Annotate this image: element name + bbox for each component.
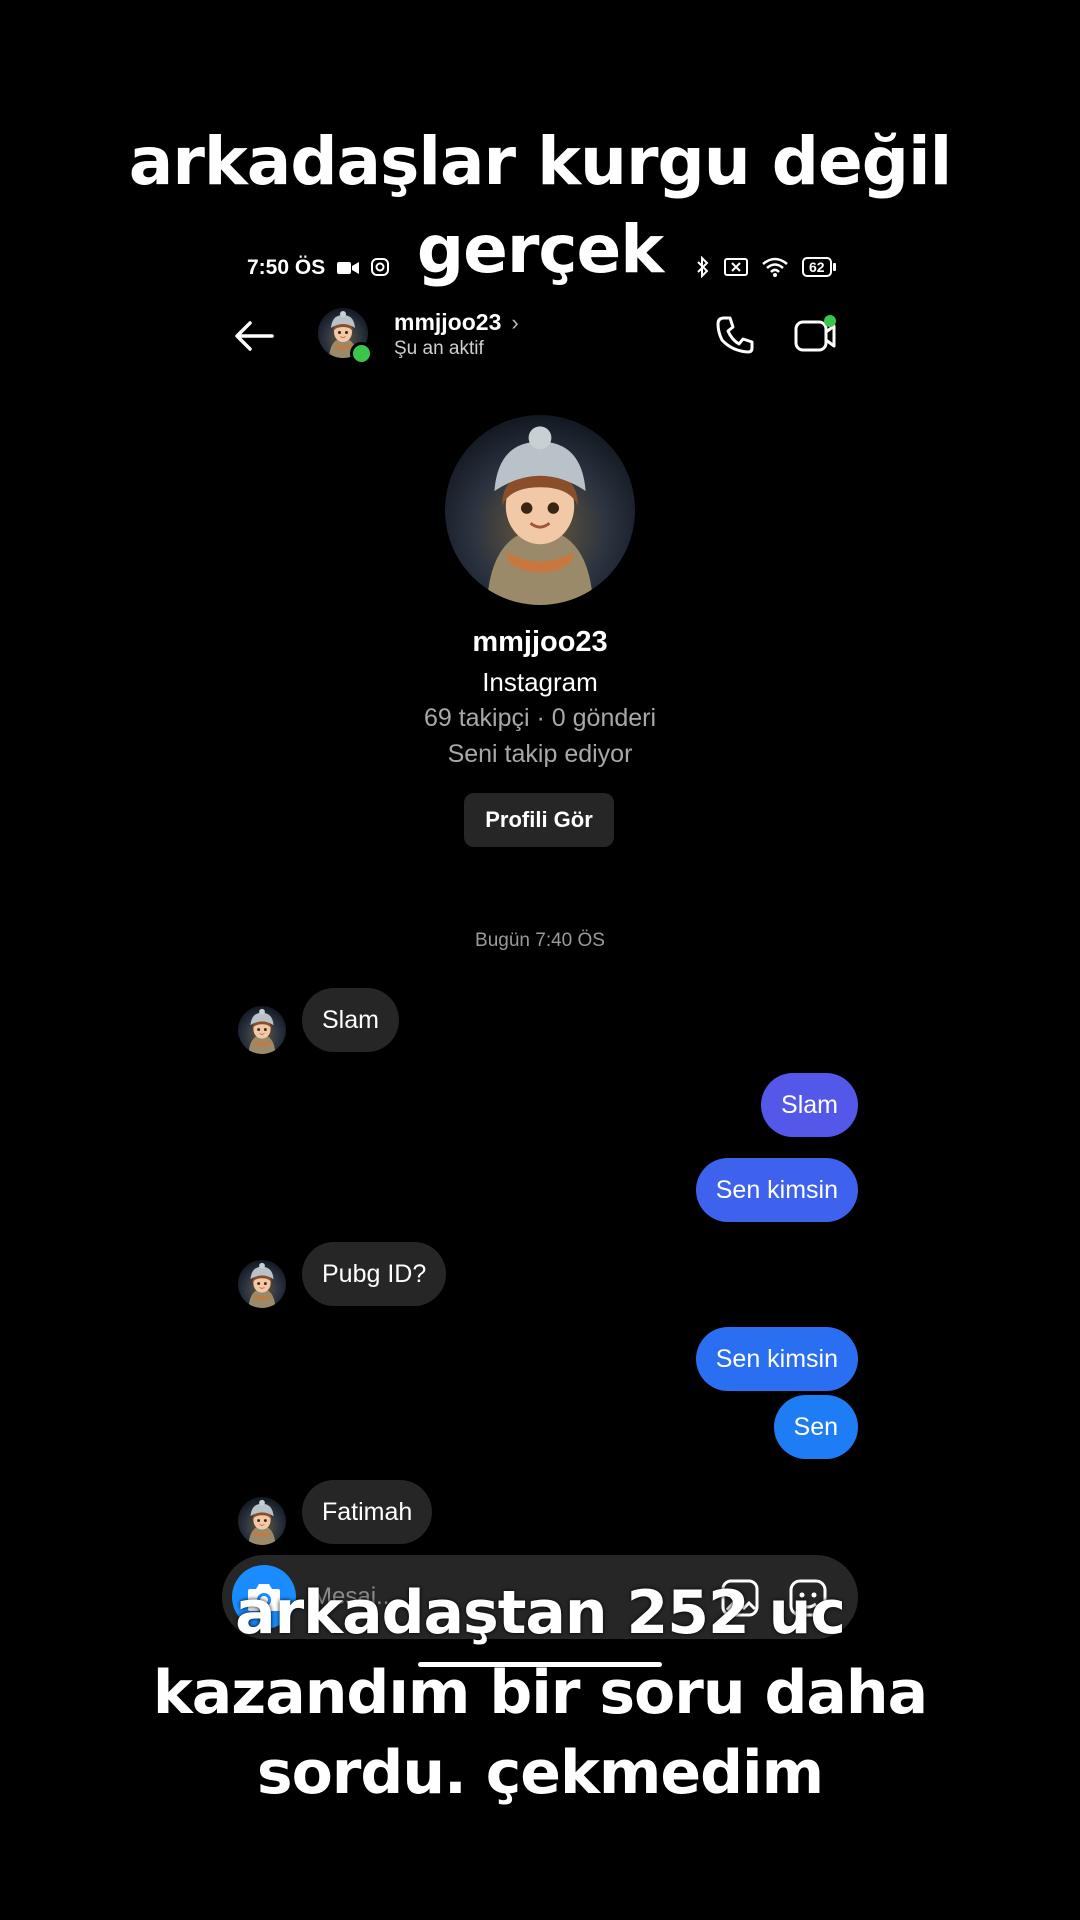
phone-icon[interactable] — [714, 314, 756, 356]
sim-off-icon — [724, 258, 748, 276]
bluetooth-icon — [697, 256, 709, 278]
profile-avatar[interactable] — [445, 415, 635, 605]
profile-follow-status: Seni takip ediyor — [447, 740, 633, 768]
header-active-status: Şu an aktif — [394, 338, 484, 359]
battery-level: 62 — [802, 257, 832, 277]
video-record-icon — [337, 262, 360, 274]
overlay-caption-bottom: arkadaştan 252 uc kazandım bir soru daha… — [0, 1573, 1080, 1813]
message-avatar[interactable] — [238, 1497, 286, 1545]
message-avatar[interactable] — [238, 1006, 286, 1054]
profile-platform: Instagram — [482, 667, 598, 697]
profile-username: mmjjoo23 — [472, 626, 608, 658]
message-outgoing[interactable]: Sen kimsin — [695, 1327, 858, 1391]
overlay-caption-top-line1: arkadaşlar kurgu değil — [128, 123, 952, 200]
view-profile-button[interactable]: Profili Gör — [464, 793, 614, 847]
message-incoming[interactable]: Pubg ID? — [302, 1242, 447, 1306]
home-indicator[interactable] — [418, 1662, 662, 1667]
overlay-caption-top-line2: gerçek — [416, 211, 664, 288]
message-outgoing[interactable]: Sen kimsin — [695, 1158, 858, 1222]
thread-timestamp: Bugün 7:40 ÖS — [475, 930, 605, 951]
instagram-icon — [370, 258, 389, 276]
message-avatar[interactable] — [238, 1260, 286, 1308]
message-incoming[interactable]: Slam — [302, 988, 399, 1052]
status-time: 7:50 ÖS — [247, 256, 389, 280]
back-arrow-icon[interactable] — [232, 316, 276, 356]
battery-icon: 62 — [802, 257, 836, 277]
status-icons: 62 — [696, 256, 836, 278]
chevron-right-icon: › — [511, 309, 519, 335]
overlay-caption-bottom-line1: arkadaştan 252 uc — [235, 1578, 846, 1648]
header-username[interactable]: mmjjoo23 › — [394, 309, 519, 336]
overlay-caption-bottom-line3: sordu. çekmedim — [256, 1738, 824, 1808]
wifi-icon — [762, 257, 788, 277]
online-indicator — [350, 342, 373, 365]
message-incoming[interactable]: Fatimah — [302, 1480, 433, 1544]
overlay-caption-top: arkadaşlar kurgu değil gerçek — [0, 118, 1080, 294]
message-outgoing[interactable]: Slam — [761, 1073, 858, 1137]
message-outgoing[interactable]: Sen — [773, 1395, 858, 1459]
video-call-icon[interactable] — [794, 314, 840, 354]
profile-stats: 69 takipçi · 0 gönderi — [423, 704, 657, 732]
